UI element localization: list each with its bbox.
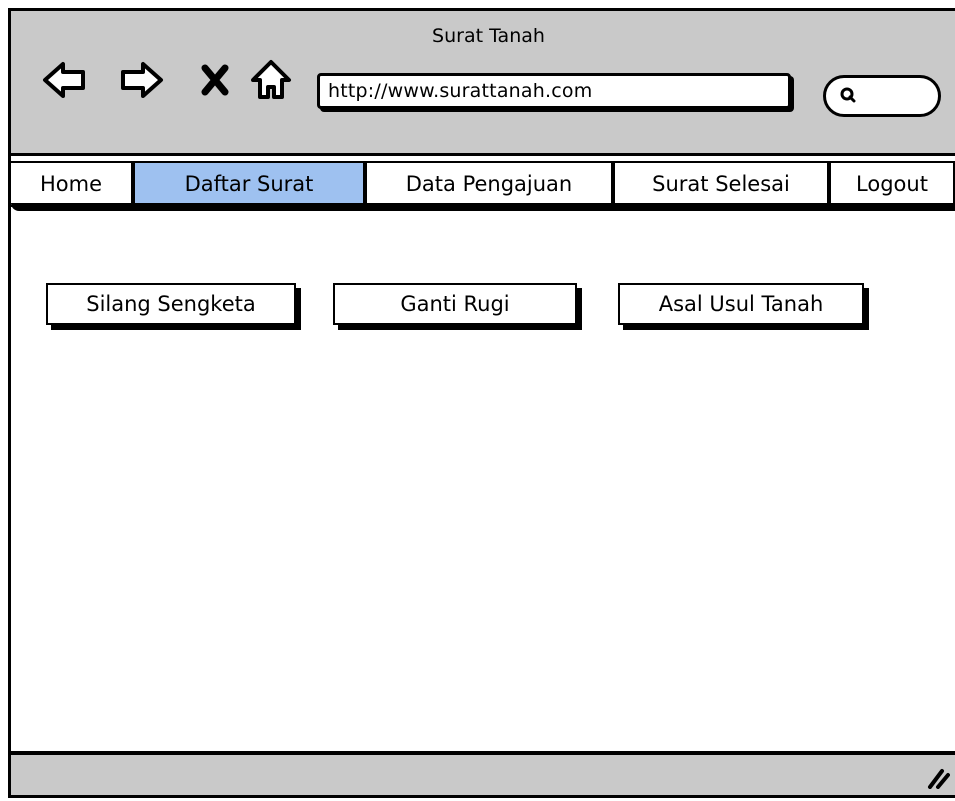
address-bar[interactable]: http://www.surattanah.com: [317, 73, 791, 109]
tab-label: Daftar Surat: [184, 172, 314, 196]
tab-label: Surat Selesai: [652, 172, 790, 196]
browser-chrome: Surat Tanah http://www.surattanah.com: [11, 11, 955, 156]
browser-window: Surat Tanah http://www.surattanah.com Ho…: [8, 8, 955, 798]
resize-grip-icon[interactable]: [924, 765, 950, 789]
tab-home[interactable]: Home: [9, 161, 133, 207]
tab-daftar-surat[interactable]: Daftar Surat: [133, 161, 365, 207]
nav-tabs: Home Daftar Surat Data Pengajuan Surat S…: [9, 161, 955, 209]
search-icon: [840, 87, 856, 103]
asal-usul-tanah-button[interactable]: Asal Usul Tanah: [618, 283, 864, 325]
url-text: http://www.surattanah.com: [328, 80, 593, 102]
home-icon: [251, 60, 291, 99]
tab-label: Home: [39, 172, 102, 196]
tab-label: Data Pengajuan: [405, 172, 573, 196]
button-label: Asal Usul Tanah: [658, 292, 824, 316]
tab-logout[interactable]: Logout: [829, 161, 955, 207]
stop-button[interactable]: [189, 54, 241, 106]
silang-sengketa-button[interactable]: Silang Sengketa: [46, 283, 296, 325]
tab-label: Logout: [856, 172, 928, 196]
forward-arrow-icon: [121, 62, 163, 98]
back-arrow-icon: [43, 62, 85, 98]
tabs-divider: [11, 203, 955, 211]
window-title: Surat Tanah: [432, 25, 545, 47]
search-box[interactable]: [823, 75, 941, 117]
forward-button[interactable]: [116, 54, 168, 106]
close-icon: [201, 64, 229, 96]
back-button[interactable]: [38, 54, 90, 106]
home-button[interactable]: [245, 54, 297, 106]
button-label: Silang Sengketa: [86, 292, 256, 316]
button-label: Ganti Rugi: [400, 292, 510, 316]
tab-data-pengajuan[interactable]: Data Pengajuan: [365, 161, 613, 207]
status-bar: [11, 751, 955, 795]
tab-surat-selesai[interactable]: Surat Selesai: [613, 161, 829, 207]
ganti-rugi-button[interactable]: Ganti Rugi: [333, 283, 577, 325]
